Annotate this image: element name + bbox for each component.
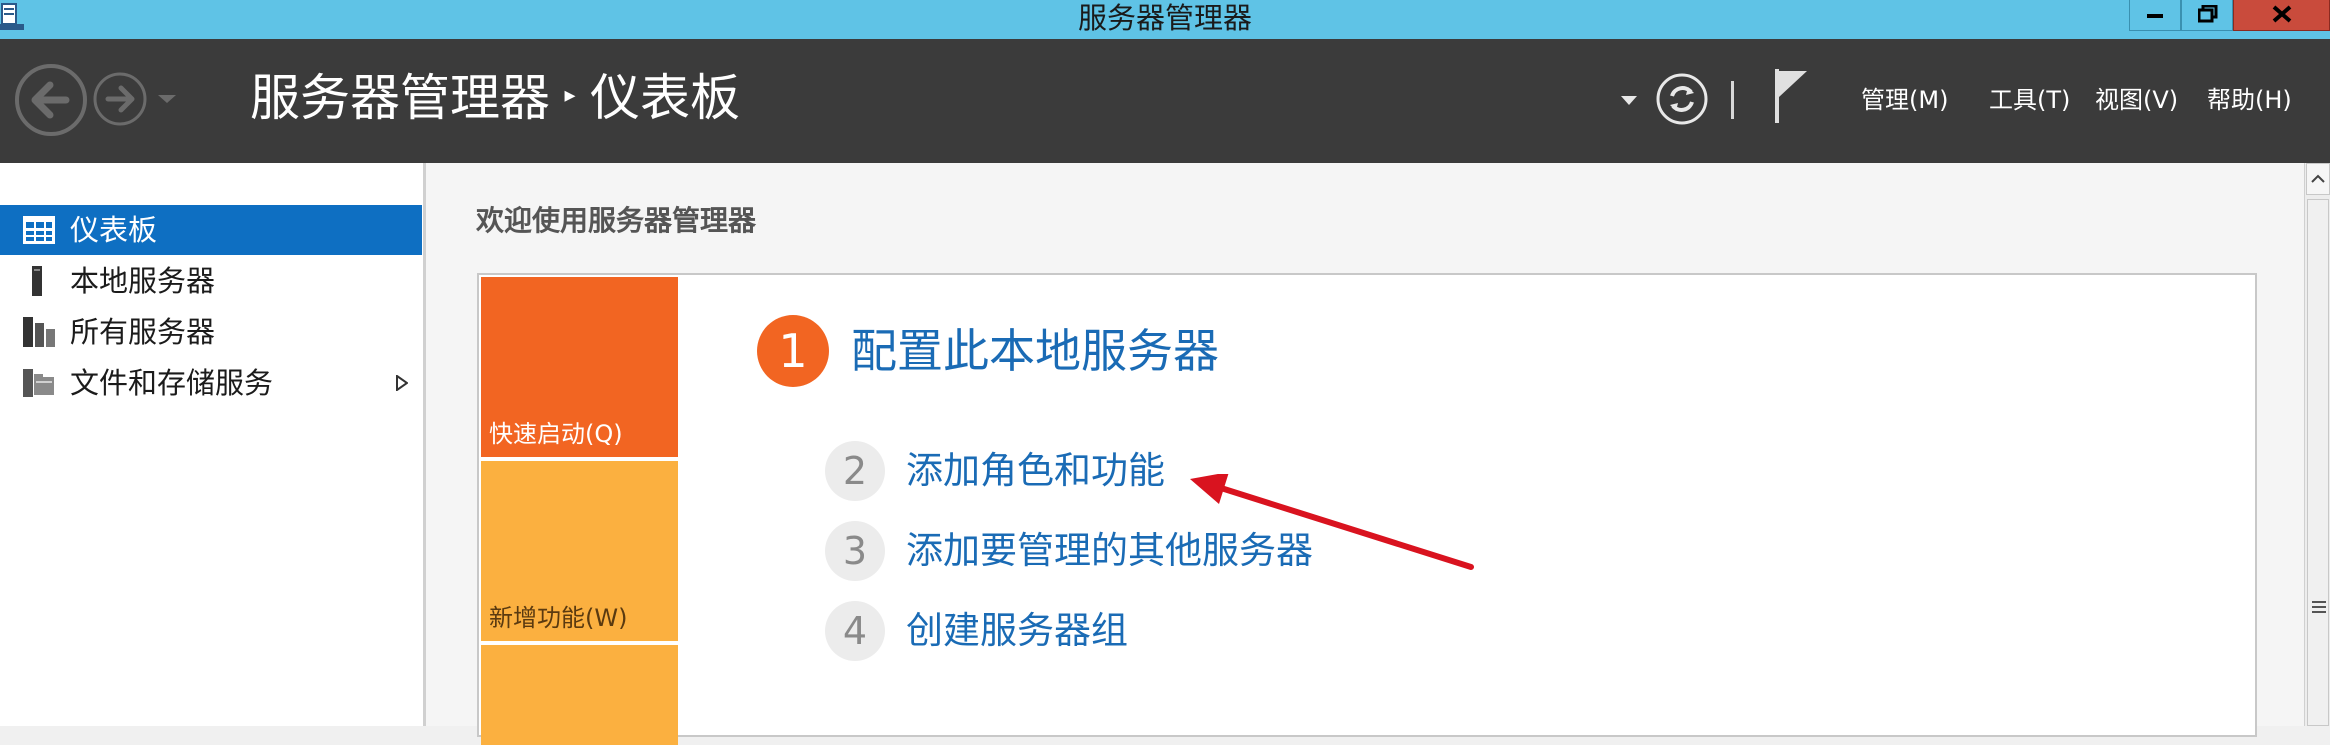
- refresh-icon[interactable]: [1655, 72, 1709, 126]
- sidebar-item-all-servers[interactable]: 所有服务器: [0, 307, 422, 357]
- forward-button-icon[interactable]: [92, 71, 148, 127]
- sidebar-item-label: 所有服务器: [70, 315, 216, 349]
- sidebar-item-local-server[interactable]: 本地服务器: [0, 256, 422, 306]
- annotation-arrow-icon: [1190, 474, 1474, 570]
- sidebar-item-file-storage[interactable]: 文件和存储服务: [0, 358, 422, 408]
- scroll-thumb[interactable]: [2307, 199, 2329, 726]
- refresh-dropdown-icon[interactable]: [1620, 95, 1638, 106]
- quick-start-label: 快速启动(Q): [489, 420, 623, 448]
- minimize-button[interactable]: [2129, 0, 2181, 31]
- server-icon: [32, 266, 42, 296]
- close-button[interactable]: [2233, 0, 2330, 31]
- servers-icon: [23, 317, 55, 347]
- whats-new-label: 新增功能(W): [489, 604, 628, 632]
- add-roles-features-link[interactable]: 添加角色和功能: [906, 441, 1165, 501]
- sidebar-item-label: 文件和存储服务: [70, 366, 274, 400]
- main-content: 欢迎使用服务器管理器 快速启动(Q) 新增功能(W) 1 配置此本地服务器 2 …: [426, 163, 2304, 745]
- whats-new-tile[interactable]: 新增功能(W): [481, 461, 678, 641]
- sidebar-item-dashboard[interactable]: 仪表板: [0, 205, 422, 255]
- sidebar-item-label: 本地服务器: [70, 264, 216, 298]
- chevron-up-icon: [2311, 174, 2325, 183]
- file-storage-icon: [23, 369, 54, 397]
- step-4-badge: 4: [825, 601, 885, 661]
- header-divider: [1731, 81, 1734, 119]
- breadcrumb: 服务器管理器 ▸ 仪表板: [250, 67, 740, 129]
- sidebar-item-label: 仪表板: [70, 213, 158, 247]
- history-dropdown-icon[interactable]: [156, 93, 178, 105]
- learn-more-tile[interactable]: [481, 645, 678, 745]
- sidebar: 仪表板 本地服务器 所有服务器 文件和存储服务: [0, 163, 426, 726]
- scroll-grip-icon: [2312, 601, 2326, 613]
- step-2-badge: 2: [825, 441, 885, 501]
- breadcrumb-separator-icon: ▸: [564, 82, 576, 108]
- scroll-up-button[interactable]: [2306, 163, 2330, 195]
- header-bar: 服务器管理器 ▸ 仪表板 管理(M) 工具(T) 视图(V) 帮助(H): [0, 39, 2330, 163]
- title-bar: 服务器管理器: [0, 0, 2330, 39]
- minimize-icon: [2147, 14, 2163, 18]
- create-server-group-link[interactable]: 创建服务器组: [906, 601, 1128, 661]
- back-button-icon[interactable]: [14, 63, 88, 137]
- menu-manage[interactable]: 管理(M): [1861, 84, 1948, 116]
- quick-start-tile[interactable]: 快速启动(Q): [481, 277, 678, 457]
- expand-arrow-icon[interactable]: [396, 375, 408, 391]
- menu-view[interactable]: 视图(V): [2095, 84, 2178, 116]
- notifications-flag-icon[interactable]: [1773, 67, 1811, 125]
- configure-local-server-link[interactable]: 配置此本地服务器: [851, 321, 1219, 381]
- restore-icon: [2198, 5, 2218, 23]
- menu-help[interactable]: 帮助(H): [2207, 84, 2292, 116]
- dashboard-icon: [23, 216, 55, 244]
- breadcrumb-page: 仪表板: [590, 69, 740, 127]
- breadcrumb-app[interactable]: 服务器管理器: [250, 69, 550, 127]
- restore-button[interactable]: [2181, 0, 2233, 31]
- welcome-title: 欢迎使用服务器管理器: [476, 204, 757, 237]
- menu-tools[interactable]: 工具(T): [1989, 84, 2070, 116]
- close-icon: [2272, 5, 2292, 23]
- window-title: 服务器管理器: [1077, 1, 1252, 35]
- vertical-scrollbar[interactable]: [2304, 163, 2330, 726]
- step-3-badge: 3: [825, 521, 885, 581]
- step-1-badge: 1: [757, 315, 829, 387]
